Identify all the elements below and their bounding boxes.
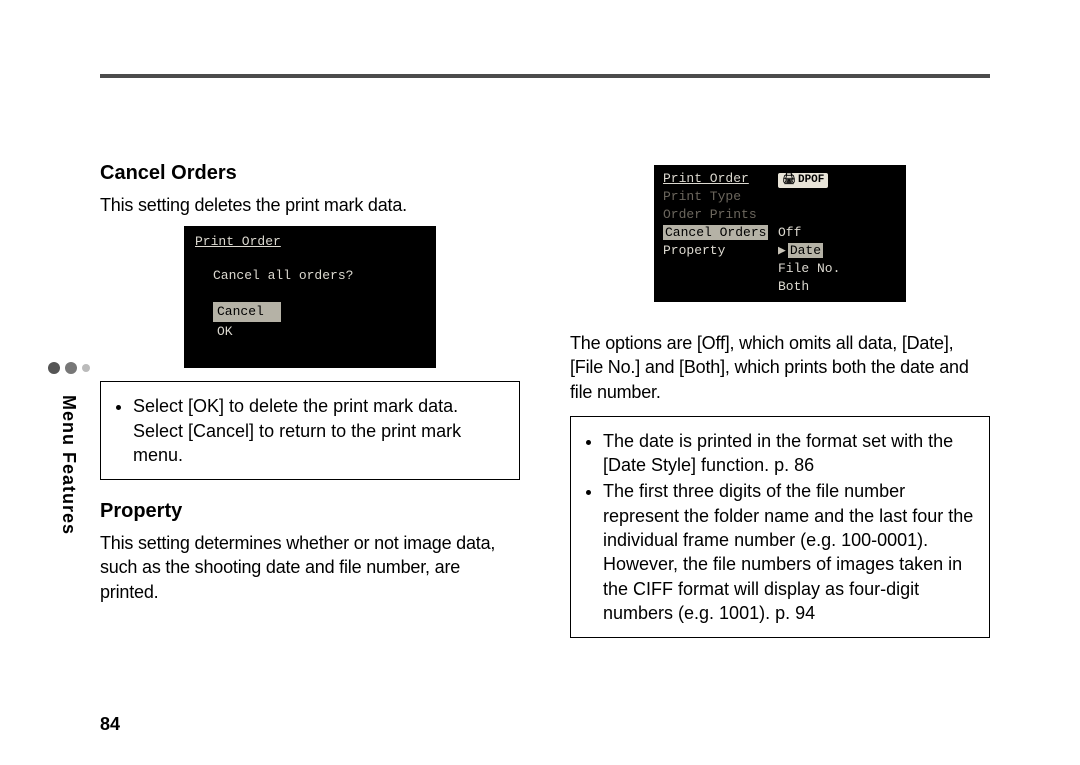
lcd1-option-cancel: Cancel bbox=[213, 302, 281, 322]
lcd1-title: Print Order bbox=[195, 233, 425, 251]
lcd1-question: Cancel all orders? bbox=[213, 267, 425, 285]
property-notes-box: The date is printed in the format set wi… bbox=[570, 416, 990, 638]
property-body: This setting determines whether or not i… bbox=[100, 531, 520, 604]
property-note-2: The first three digits of the file numbe… bbox=[603, 479, 975, 625]
right-column: Print Order 🖨 DPOF Print Type Order Prin… bbox=[570, 160, 990, 725]
side-tab-dots bbox=[48, 362, 108, 374]
right-arrow-icon: ▶ bbox=[778, 243, 786, 258]
property-options-body: The options are [Off], which omits all d… bbox=[570, 331, 990, 404]
cancel-orders-note: Select [OK] to delete the print mark dat… bbox=[133, 394, 505, 467]
top-horizontal-rule bbox=[100, 74, 990, 78]
lcd-print-order-dialog: Print Order Cancel all orders? Cancel OK bbox=[185, 227, 435, 367]
property-note-1: The date is printed in the format set wi… bbox=[603, 429, 975, 478]
left-column: Cancel Orders This setting deletes the p… bbox=[100, 160, 520, 725]
lcd2-item-print-type: Print Type bbox=[663, 188, 778, 206]
page-number: 84 bbox=[100, 714, 120, 735]
lcd1-option-ok: OK bbox=[213, 322, 281, 342]
lcd2-option-date: Date bbox=[788, 243, 823, 258]
property-heading: Property bbox=[100, 498, 520, 525]
lcd2-item-cancel-orders: Cancel Orders bbox=[663, 225, 768, 240]
lcd2-item-property: Property bbox=[663, 242, 778, 260]
cancel-orders-body: This setting deletes the print mark data… bbox=[100, 193, 520, 217]
lcd2-option-fileno: File No. bbox=[778, 260, 897, 278]
dpof-badge: 🖨 DPOF bbox=[778, 173, 828, 188]
lcd-property-menu: Print Order 🖨 DPOF Print Type Order Prin… bbox=[655, 166, 905, 301]
lcd2-title: Print Order bbox=[663, 170, 778, 188]
lcd2-option-off: Off bbox=[778, 224, 897, 242]
cancel-orders-note-box: Select [OK] to delete the print mark dat… bbox=[100, 381, 520, 480]
cancel-orders-heading: Cancel Orders bbox=[100, 160, 520, 187]
lcd2-option-both: Both bbox=[778, 278, 897, 296]
sidebar-section-label: Menu Features bbox=[58, 395, 79, 535]
lcd2-item-order-prints: Order Prints bbox=[663, 206, 778, 224]
